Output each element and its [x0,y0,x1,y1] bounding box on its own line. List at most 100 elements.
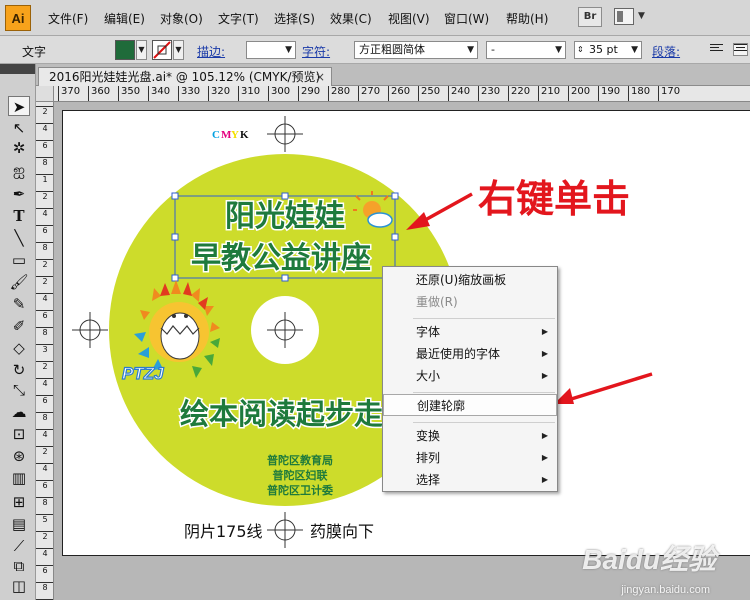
ruler-origin[interactable] [36,86,54,102]
ruler-tick-label: 6 [36,140,53,150]
ruler-tick-label: 190 [598,86,620,101]
workspace-layout-icon[interactable] [614,8,634,25]
horizontal-ruler[interactable]: 370 360 350 340 330 320 310 300 290 280 270 260 250 2… [54,86,750,102]
scale-tool-icon[interactable]: ⤡ [8,380,30,400]
symbol-sprayer-tool-icon[interactable]: ⊛ [8,446,30,466]
menu-item-create-outlines[interactable]: 创建轮廓 [383,394,557,416]
type-tool-icon[interactable]: T [8,206,30,226]
cmyk-k: K [240,129,249,141]
menu-item-undo-zoom[interactable]: 还原(U)缩放画板 [383,269,557,291]
menu-item-size[interactable]: 大小 ▶ [383,365,557,387]
blend-tool-icon[interactable]: ⧉ [8,556,30,576]
ruler-tick-label: 4 [36,378,53,388]
eraser-tool-icon[interactable]: ◇ [8,338,30,358]
fill-dropdown-icon[interactable]: ▼ [136,40,147,60]
menu-object[interactable]: 对象(O) [160,10,203,27]
menu-edit[interactable]: 编辑(E) [104,10,145,27]
line-tool-icon[interactable]: ╲ [8,228,30,248]
chevron-down-icon[interactable]: ▼ [638,11,645,21]
ruler-tick-label: 5 [36,514,53,524]
ruler-tick-label: 8 [36,582,53,592]
menu-type[interactable]: 文字(T) [218,10,259,27]
menu-help[interactable]: 帮助(H) [506,10,548,27]
document-tab-title: 2016阳光娃娃光盘.ai* @ 105.12% (CMYK/预览) [49,70,321,84]
stroke-none-swatch[interactable] [152,40,172,60]
ruler-tick-label: 300 [268,86,290,101]
menu-item-select[interactable]: 选择 ▶ [383,469,557,491]
annotation-right-click: 右键单击 [478,177,631,221]
menu-separator [413,422,555,423]
stroke-weight-field[interactable]: ▼ [246,41,296,59]
ruler-tick-label: 320 [208,86,230,101]
menu-item-font[interactable]: 字体 ▶ [383,321,557,343]
rectangle-tool-icon[interactable]: ▭ [8,250,30,270]
character-label[interactable]: 字符: [302,43,330,60]
ruler-tick-label: 210 [538,86,560,101]
menu-item-redo: 重做(R) [416,295,458,309]
vertical-ruler[interactable]: 246812468224683246842468524686 [36,102,54,600]
graph-tool-icon[interactable]: ▥ [8,468,30,488]
submenu-arrow-icon: ▶ [541,371,548,380]
annotation-arrow-bottom [554,372,653,404]
warp-tool-icon[interactable]: ☁ [8,402,30,422]
font-style-select[interactable]: - ▼ [486,41,566,59]
selection-tool-icon[interactable]: ➤ [8,96,30,116]
ruler-tick-label: 8 [36,412,53,422]
registration-mark-left [72,312,108,348]
ruler-tick-label: 370 [58,86,80,101]
ruler-tick-label: 2 [36,106,53,116]
registration-mark-top [267,116,303,152]
ruler-tick-label: 1 [36,174,53,184]
direct-selection-tool-icon[interactable]: ↖ [8,118,30,138]
close-icon[interactable]: × [315,68,325,86]
magic-wand-tool-icon[interactable]: ✲ [8,138,30,158]
ruler-tick-label: 2 [36,446,53,456]
stepper-icon[interactable]: ⇕ [577,42,584,58]
ruler-tick-label: 4 [36,548,53,558]
ruler-tick-label: 6 [36,565,53,575]
rotate-tool-icon[interactable]: ↻ [8,360,30,380]
menu-window[interactable]: 窗口(W) [444,10,489,27]
menu-item-transform[interactable]: 变换 ▶ [383,425,557,447]
document-tab[interactable]: 2016阳光娃娃光盘.ai* @ 105.12% (CMYK/预览) × [38,67,332,86]
ruler-tick-label: 8 [36,157,53,167]
ruler-tick-label: 8 [36,497,53,507]
ruler-tick-label: 170 [658,86,680,101]
menu-effect[interactable]: 效果(C) [330,10,372,27]
slice-tool-icon[interactable]: ◫ [8,576,30,596]
gradient-tool-icon[interactable]: ▤ [8,514,30,534]
pen-tool-icon[interactable]: ✒ [8,184,30,204]
menu-view[interactable]: 视图(V) [388,10,430,27]
menu-select[interactable]: 选择(S) [274,10,315,27]
eyedropper-tool-icon[interactable]: ⟋ [8,536,30,556]
paragraph-label[interactable]: 段落: [652,43,680,60]
ruler-tick-label: 280 [328,86,350,101]
free-transform-tool-icon[interactable]: ⊡ [8,424,30,444]
menu-item-arrange[interactable]: 排列 ▶ [383,447,557,469]
align-center-icon[interactable] [733,43,748,56]
paintbrush-tool-icon[interactable]: 🖌 [8,272,30,292]
illustrator-logo: Ai [5,5,31,31]
submenu-arrow-icon: ▶ [541,327,548,336]
lasso-tool-icon[interactable]: ஐ [8,160,30,180]
control-bar: 文字 ▼ ▼ 描边: ▼ 字符: 方正粗圆简体 ▼ - ▼ ⇕ 35 pt ▼ 段落: [0,36,750,64]
font-size-value: 35 pt [589,43,618,56]
menu-bar: Ai 文件(F) 编辑(E) 对象(O) 文字(T) 选择(S) 效果(C) 视… [0,0,750,36]
align-left-icon[interactable] [710,44,723,55]
fill-color-swatch[interactable] [115,40,135,60]
pencil-tool-icon[interactable]: ✎ [8,294,30,314]
font-family-select[interactable]: 方正粗圆简体 ▼ [354,41,478,59]
panel-grip[interactable] [0,64,35,74]
submenu-arrow-icon: ▶ [541,475,548,484]
font-size-field[interactable]: ⇕ 35 pt ▼ [574,41,642,59]
menu-item-recent-fonts[interactable]: 最近使用的字体 ▶ [383,343,557,365]
stroke-dropdown-icon[interactable]: ▼ [173,40,184,60]
ruler-tick-label: 6 [36,395,53,405]
cmyk-y: Y [231,129,239,141]
menu-file[interactable]: 文件(F) [48,10,88,27]
mesh-tool-icon[interactable]: ⊞ [8,492,30,512]
bridge-button[interactable]: Br [578,7,602,27]
watermark-url: jingyan.baidu.com [621,584,710,596]
stroke-label[interactable]: 描边: [197,43,225,60]
blob-brush-tool-icon[interactable]: ✐ [8,316,30,336]
